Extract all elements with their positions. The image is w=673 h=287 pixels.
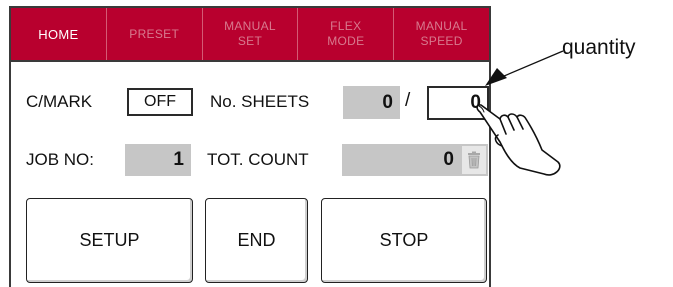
annotation-overlay bbox=[476, 50, 564, 176]
pointing-hand-icon bbox=[476, 104, 561, 176]
callout-arrowhead bbox=[485, 68, 507, 86]
callout-leader-line bbox=[496, 50, 564, 80]
